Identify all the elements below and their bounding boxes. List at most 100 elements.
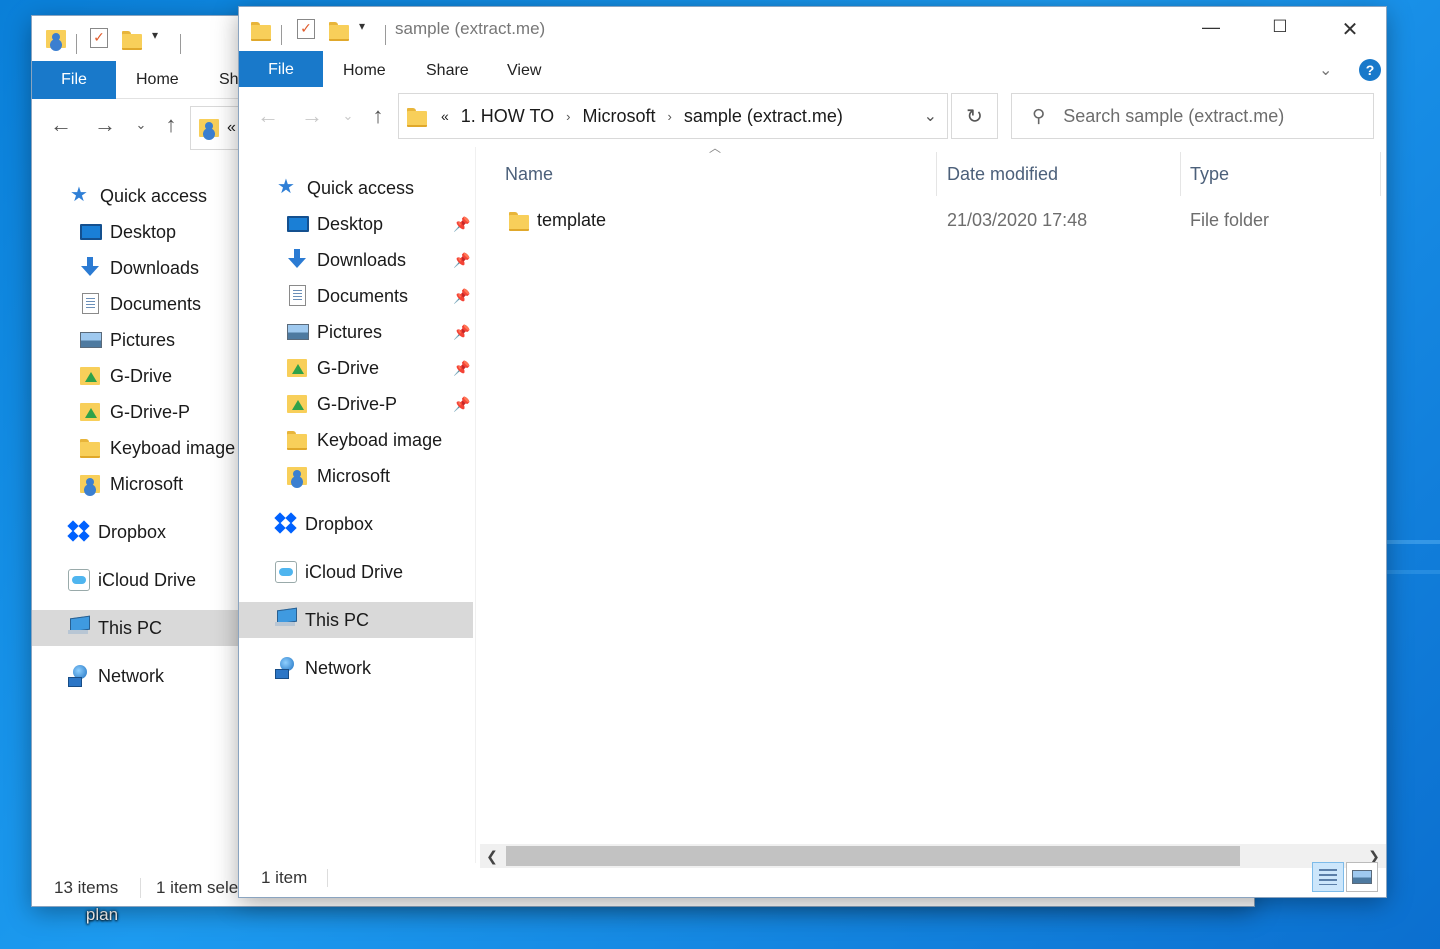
breadcrumb-part[interactable]: sample (extract.me) [684,106,843,127]
tab-home[interactable]: Home [343,52,386,90]
nav-gdrive-p[interactable]: G-Drive-P 📌 [239,386,473,422]
nav-pictures[interactable]: Pictures [32,322,238,358]
nav-microsoft[interactable]: Microsoft [239,458,473,494]
back-arrow-icon[interactable]: ← [253,101,283,131]
nav-this-pc[interactable]: This PC [239,602,473,638]
pin-icon[interactable]: 📌 [453,216,470,233]
nav-downloads[interactable]: Downloads 📌 [239,242,473,278]
nav-network[interactable]: Network [32,658,238,694]
file-name-cell[interactable]: template [509,205,606,235]
pin-icon[interactable]: 📌 [453,396,470,413]
column-separator[interactable] [936,152,937,196]
nav-gdrive[interactable]: G-Drive [32,358,238,394]
nav-dropbox[interactable]: Dropbox [32,514,238,550]
back-tab-file[interactable]: File [32,61,116,99]
pin-icon[interactable]: 📌 [453,288,470,305]
main-explorer-window[interactable]: ✓ ▾ sample (extract.me) — ☐ ✕ File Home … [239,7,1386,897]
tab-view[interactable]: View [507,52,541,90]
chevron-down-icon[interactable]: ⌄ [924,106,937,126]
nav-icloud[interactable]: iCloud Drive [239,554,473,590]
search-input[interactable]: ⚲ Search sample (extract.me) [1011,93,1374,139]
network-icon [275,657,297,679]
help-icon[interactable]: ? [1359,59,1381,81]
customize-qat-icon[interactable]: ▾ [152,28,174,50]
nav-quick-access[interactable]: ★ Quick access [32,178,238,214]
nav-label: G-Drive [317,357,379,378]
nav-label: This PC [98,617,163,638]
nav-label: Keyboad image [317,429,443,450]
nav-quick-access[interactable]: ★ Quick access [239,170,473,206]
properties-check-icon[interactable]: ✓ [297,19,315,39]
customize-qat-icon[interactable]: ▾ [359,19,381,41]
breadcrumb-part[interactable]: 1. HOW TO [461,106,554,127]
new-folder-icon[interactable] [329,19,351,41]
nav-dropbox[interactable]: Dropbox [239,506,473,542]
nav-desktop[interactable]: Desktop 📌 [239,206,473,242]
column-separator[interactable] [1380,152,1381,196]
nav-pictures[interactable]: Pictures 📌 [239,314,473,350]
breadcrumb-overflow[interactable]: « [441,108,449,124]
new-folder-icon[interactable] [122,28,144,50]
nav-keyboad-image[interactable]: Keyboad image [239,422,473,458]
nav-label: iCloud Drive [98,569,197,590]
chevron-right-icon[interactable]: › [566,109,570,124]
nav-documents[interactable]: Documents 📌 [239,278,473,314]
folder-icon [509,211,529,231]
back-arrow-icon[interactable]: ← [46,110,76,140]
maximize-icon[interactable]: ☐ [1260,17,1300,37]
nav-documents[interactable]: Documents [32,286,238,322]
documents-icon [289,285,306,306]
nav-network[interactable]: Network [239,650,473,686]
nav-microsoft[interactable]: Microsoft [32,466,238,502]
column-header-date[interactable]: Date modified [947,152,1179,196]
column-header-type[interactable]: Type [1190,152,1380,196]
icloud-icon [275,561,297,583]
tab-file[interactable]: File [239,51,323,89]
properties-check-icon[interactable]: ✓ [90,28,108,48]
nav-gdrive[interactable]: G-Drive 📌 [239,350,473,386]
up-arrow-icon[interactable]: ↑ [363,101,393,131]
forward-arrow-icon[interactable]: → [90,110,120,140]
up-arrow-icon[interactable]: ↑ [156,110,186,140]
forward-arrow-icon[interactable]: → [297,101,327,131]
pin-icon[interactable]: 📌 [453,360,470,377]
file-date: 21/03/2020 17:48 [947,209,1088,230]
column-separator[interactable] [1180,152,1181,196]
nav-gdrive-p[interactable]: G-Drive-P [32,394,238,430]
large-icons-view-button[interactable] [1346,862,1378,892]
desktop-icon-label[interactable]: plan [60,905,144,925]
nav-this-pc[interactable]: This PC [32,610,238,646]
breadcrumb-part[interactable]: Microsoft [583,106,656,127]
column-header-name[interactable]: Name [505,152,935,196]
address-overflow[interactable]: « [227,119,236,137]
file-type: File folder [1190,209,1270,230]
pin-icon[interactable]: 📌 [453,252,470,269]
pane-divider[interactable] [475,147,476,863]
nav-icloud[interactable]: iCloud Drive [32,562,238,598]
main-titlebar[interactable]: ✓ ▾ sample (extract.me) — ☐ ✕ [239,7,1386,52]
nav-label: Quick access [100,185,208,206]
back-tab-home[interactable]: Home [136,61,179,99]
desktop-icon [287,216,309,232]
details-view-button[interactable] [1312,862,1344,892]
recent-dropdown-icon[interactable]: ⌄ [333,101,363,131]
minimize-icon[interactable]: — [1191,17,1231,38]
nav-label: Documents [317,285,409,306]
close-icon[interactable]: ✕ [1330,17,1370,42]
nav-downloads[interactable]: Downloads [32,250,238,286]
nav-desktop[interactable]: Desktop [32,214,238,250]
refresh-button[interactable]: ↻ [951,93,998,139]
pin-icon[interactable]: 📌 [453,324,470,341]
this-pc-icon [275,609,297,631]
breadcrumb[interactable]: « 1. HOW TO › Microsoft › sample (extrac… [398,93,948,139]
tab-share[interactable]: Share [426,52,469,90]
status-separator [327,869,328,887]
folder-properties-icon[interactable] [46,28,68,50]
recent-dropdown-icon[interactable]: ⌄ [126,110,156,140]
nav-label: Desktop [317,213,384,234]
folder-icon[interactable] [251,19,273,41]
expand-ribbon-icon[interactable]: ⌄ [1319,60,1332,80]
chevron-right-icon[interactable]: › [668,109,672,124]
nav-keyboad-image[interactable]: Keyboad image [32,430,238,466]
user-folder-icon [199,119,219,137]
